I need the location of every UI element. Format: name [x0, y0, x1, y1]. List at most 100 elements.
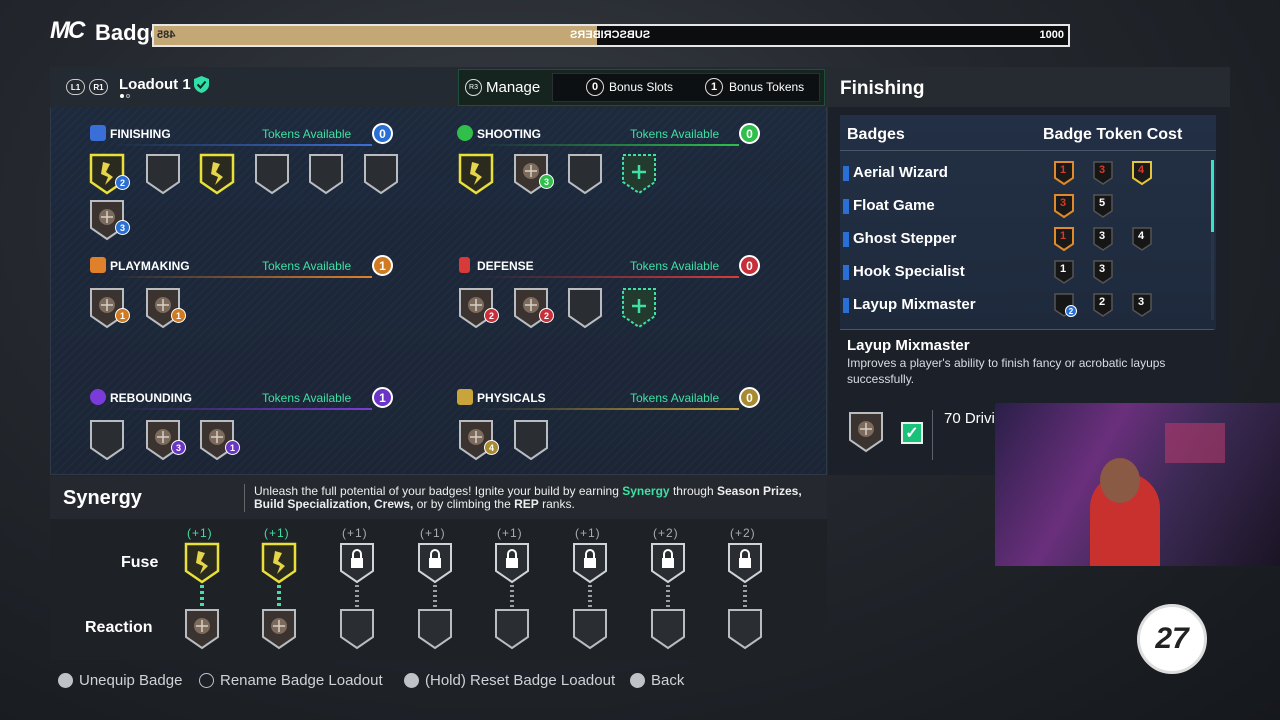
badge-level: 2: [115, 175, 130, 190]
bonus-tokens-label: Bonus Tokens: [729, 80, 805, 94]
physicals-tokens-label: Tokens Available: [630, 391, 720, 405]
finishing-badge-slot-7[interactable]: 3: [88, 198, 130, 242]
fuse-locked-slot[interactable]: [416, 541, 454, 585]
reaction-empty-slot[interactable]: [338, 607, 376, 651]
shooting-badge-slot-1[interactable]: [457, 152, 495, 196]
defense-badge-slot-3[interactable]: [566, 286, 604, 330]
button-circle-icon: [404, 673, 419, 688]
manage-label[interactable]: Manage: [486, 79, 540, 96]
badge-row-aerial-wizard[interactable]: Aerial Wizard: [853, 164, 948, 181]
subscriber-current: 485: [157, 29, 176, 41]
reaction-badge-slot[interactable]: [260, 607, 298, 651]
cost-value: 3: [1099, 263, 1106, 275]
row-marker: [843, 298, 849, 313]
cost-tier-1: 1: [1053, 226, 1075, 252]
physicals-tokens-count: 0: [739, 387, 760, 408]
l1-button[interactable]: L1: [66, 79, 85, 95]
rebounding-icon: [90, 389, 106, 405]
playmaking-badge-slot-2[interactable]: 1: [144, 286, 186, 330]
finishing-badge-slot-4[interactable]: [253, 152, 291, 196]
r1-button[interactable]: R1: [89, 79, 108, 95]
synergy-bonus-label: (+1): [187, 526, 213, 540]
finishing-badge-slot-1[interactable]: 2: [88, 152, 130, 196]
fuse-badge-slot[interactable]: [183, 541, 221, 585]
reaction-empty-slot[interactable]: [571, 607, 609, 651]
cost-value: 3: [1099, 230, 1106, 242]
rebounding-badge-slot-1[interactable]: [88, 418, 126, 462]
badge-row-hook-specialist[interactable]: Hook Specialist: [853, 263, 965, 280]
button-circle-icon: [630, 673, 645, 688]
back-label: Back: [651, 672, 685, 689]
badge-level: 3: [115, 220, 130, 235]
defense-icon: [459, 257, 470, 273]
cost-tier-1-equipped: 2: [1053, 292, 1077, 318]
finishing-badge-slot-2[interactable]: [144, 152, 182, 196]
rebounding-badge-slot-3[interactable]: 1: [198, 418, 240, 462]
rename-loadout-action[interactable]: Rename Badge Loadout: [199, 672, 383, 689]
badge-row-float-game[interactable]: Float Game: [853, 197, 935, 214]
finishing-badge-slot-6[interactable]: [362, 152, 400, 196]
synergy-bonus-label: (+1): [497, 526, 523, 540]
head-shape: [1100, 458, 1140, 503]
badge-row-layup-mixmaster[interactable]: Layup Mixmaster: [853, 296, 976, 313]
reset-label: (Hold) Reset Badge Loadout: [425, 672, 616, 689]
shooting-badge-slot-2[interactable]: 3: [512, 152, 554, 196]
category-playmaking: PLAYMAKING: [110, 259, 190, 273]
subscriber-progress-fill: [154, 26, 598, 45]
playmaking-tokens-label: Tokens Available: [262, 259, 352, 273]
physicals-badge-slot-1[interactable]: 4: [457, 418, 499, 462]
finishing-badge-slot-3[interactable]: [198, 152, 236, 196]
physicals-badge-slot-2[interactable]: [512, 418, 550, 462]
l3-button-icon: [199, 673, 214, 688]
category-finishing: FINISHING: [110, 127, 171, 141]
rebounding-badge-slot-2[interactable]: 3: [144, 418, 186, 462]
cost-tier-3: 3: [1131, 292, 1153, 318]
bonus-tokens-count: 1: [705, 78, 723, 96]
r3-button[interactable]: R3: [465, 79, 482, 96]
cost-tier-2: 5: [1092, 193, 1114, 219]
fuse-locked-slot[interactable]: [338, 541, 376, 585]
selected-badge-preview: [847, 410, 885, 454]
fuse-locked-slot[interactable]: [649, 541, 687, 585]
reset-loadout-action[interactable]: (Hold) Reset Badge Loadout: [404, 672, 615, 689]
list-scrollbar-thumb[interactable]: [1211, 160, 1214, 232]
reaction-empty-slot[interactable]: [493, 607, 531, 651]
category-shooting: SHOOTING: [477, 127, 542, 141]
reaction-badge-slot[interactable]: [183, 607, 221, 651]
fuse-locked-slot[interactable]: [571, 541, 609, 585]
playmaking-badge-slot-1[interactable]: 1: [88, 286, 130, 330]
shooting-add-badge[interactable]: [620, 152, 658, 196]
requirement-met-checkbox: ✓: [901, 422, 923, 444]
back-action[interactable]: Back: [630, 672, 684, 689]
cost-column-header: Badge Token Cost: [1043, 126, 1183, 143]
finishing-badge-slot-5[interactable]: [307, 152, 345, 196]
shooting-tokens-label: Tokens Available: [630, 127, 720, 141]
fuse-locked-slot[interactable]: [493, 541, 531, 585]
synergy-link: [510, 585, 514, 607]
synergy-bonus-label: (+1): [575, 526, 601, 540]
loadout-name[interactable]: Loadout 1: [119, 76, 191, 93]
badge-level: 3: [539, 174, 554, 189]
synergy-link: [200, 585, 204, 607]
unequip-badge-action[interactable]: Unequip Badge: [58, 672, 182, 689]
category-defense: DEFENSE: [477, 259, 534, 273]
fuse-badge-slot[interactable]: [260, 541, 298, 585]
reaction-empty-slot[interactable]: [726, 607, 764, 651]
verified-shield-icon: [194, 76, 209, 93]
defense-badge-slot-1[interactable]: 2: [457, 286, 499, 330]
finishing-tokens-count: 0: [372, 123, 393, 144]
cost-tier-2: 3: [1092, 259, 1114, 285]
badge-row-ghost-stepper[interactable]: Ghost Stepper: [853, 230, 956, 247]
synergy-bonus-label: (+2): [653, 526, 679, 540]
shooting-badge-slot-3[interactable]: [566, 152, 604, 196]
finishing-icon: [90, 125, 106, 141]
rename-label: Rename Badge Loadout: [220, 672, 383, 689]
cost-value: 1: [1060, 230, 1067, 242]
defense-badge-slot-2[interactable]: 2: [512, 286, 554, 330]
button-circle-icon: [58, 673, 73, 688]
reaction-empty-slot[interactable]: [649, 607, 687, 651]
defense-add-badge[interactable]: [620, 286, 658, 330]
fuse-locked-slot[interactable]: [726, 541, 764, 585]
cost-value: 3: [1060, 197, 1067, 209]
reaction-empty-slot[interactable]: [416, 607, 454, 651]
